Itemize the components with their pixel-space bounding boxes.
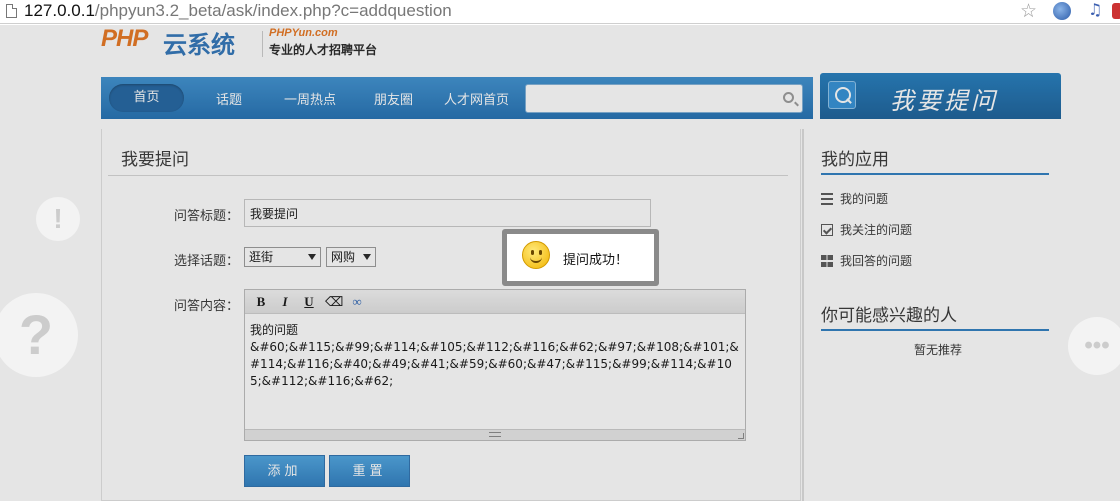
extension-icon[interactable]	[1112, 3, 1120, 19]
bookmark-star-icon[interactable]: ☆	[1020, 0, 1037, 22]
question-bubble-icon: ?	[0, 293, 78, 377]
success-toast: 提问成功！	[502, 229, 659, 286]
globe-icon[interactable]	[1053, 2, 1071, 20]
page-icon	[6, 4, 17, 18]
smile-icon	[522, 241, 550, 269]
url-text[interactable]: 127.0.0.1/phpyun3.2_beta/ask/index.php?c…	[24, 1, 452, 21]
address-bar[interactable]: 127.0.0.1/phpyun3.2_beta/ask/index.php?c…	[0, 0, 1120, 24]
music-note-icon[interactable]: ♫	[1088, 0, 1102, 19]
chat-bubble-icon: •••	[1068, 317, 1120, 375]
exclamation-bubble-icon: !	[36, 197, 80, 241]
toast-message: 提问成功！	[563, 253, 629, 268]
